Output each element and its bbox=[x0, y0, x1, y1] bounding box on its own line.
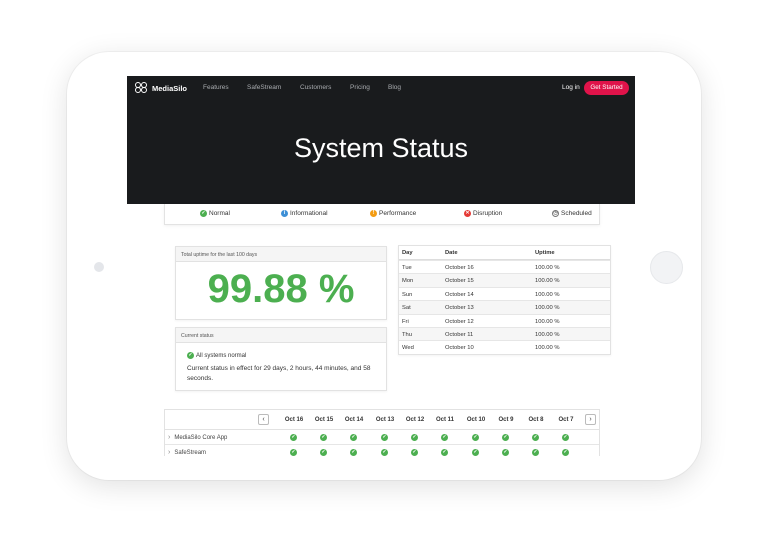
service-status-grid: ‹ Oct 16 Oct 15 Oct 14 Oct 13 Oct 12 Oct… bbox=[164, 409, 600, 456]
day-column-header: Oct 11 bbox=[435, 417, 454, 423]
brand-logo[interactable]: MediaSilo bbox=[135, 82, 187, 94]
table-row: Sat October 13 100.00 % bbox=[399, 300, 610, 314]
check-icon: ✓ bbox=[200, 210, 207, 217]
table-row: Wed October 10 100.00 % bbox=[399, 340, 610, 353]
status-detail: Current status in effect for 29 days, 2 … bbox=[187, 365, 371, 382]
legend-disruption: ✕ Disruption bbox=[464, 210, 503, 217]
day-column-header: Oct 15 bbox=[314, 417, 334, 423]
check-icon: ✓ bbox=[441, 448, 448, 456]
clock-icon: ◷ bbox=[552, 210, 559, 217]
check-icon: ✓ bbox=[532, 448, 539, 456]
day-column-header: Oct 13 bbox=[375, 417, 395, 423]
check-icon: ✓ bbox=[502, 448, 509, 456]
uptime-card-header: Total uptime for the last 100 days bbox=[176, 247, 386, 262]
nav-link-features[interactable]: Features bbox=[203, 84, 229, 91]
chevron-right-icon: › bbox=[168, 449, 171, 456]
uptime-history-table: Day Date Uptime Tue October 16 100.00 % Mo… bbox=[398, 245, 611, 355]
check-icon: ✓ bbox=[411, 448, 418, 456]
check-icon: ✓ bbox=[350, 448, 357, 456]
nav-link-safestream[interactable]: SafeStream bbox=[247, 84, 281, 91]
check-icon: ✓ bbox=[411, 433, 418, 441]
day-column-header: Oct 10 bbox=[466, 417, 486, 423]
status-legend: ✓ Normal i Informational ! Performance ✕… bbox=[164, 204, 600, 225]
check-icon: ✓ bbox=[290, 433, 297, 441]
legend-scheduled: ◷ Scheduled bbox=[552, 210, 592, 217]
table-row: Fri October 12 100.00 % bbox=[399, 313, 610, 327]
check-icon: ✓ bbox=[532, 433, 539, 441]
service-row-core-app[interactable]: › MediaSilo Core App ✓ ✓ ✓ ✓ ✓ ✓ ✓ ✓ ✓ ✓ bbox=[165, 430, 599, 445]
top-nav: MediaSilo Features SafeStream Customers … bbox=[127, 76, 635, 100]
check-icon: ✓ bbox=[441, 433, 448, 441]
uptime-value: 99.88 % bbox=[207, 267, 355, 311]
table-row: Mon October 15 100.00 % bbox=[399, 273, 610, 287]
info-icon: i bbox=[281, 210, 288, 217]
check-icon: ✓ bbox=[320, 433, 327, 441]
nav-link-customers[interactable]: Customers bbox=[300, 84, 331, 91]
page-title: System Status bbox=[293, 133, 469, 163]
grid-header: ‹ Oct 16 Oct 15 Oct 14 Oct 13 Oct 12 Oct… bbox=[165, 410, 599, 430]
login-link[interactable]: Log in bbox=[562, 84, 580, 91]
screen: MediaSilo Features SafeStream Customers … bbox=[127, 76, 635, 456]
check-icon: ✓ bbox=[381, 433, 388, 441]
legend-performance: ! Performance bbox=[370, 210, 416, 217]
table-row: Thu October 11 100.00 % bbox=[399, 326, 610, 341]
check-icon: ✓ bbox=[562, 433, 569, 441]
day-column-header: Oct 7 bbox=[558, 417, 574, 423]
check-icon: ✓ bbox=[381, 448, 388, 456]
next-days-button[interactable]: › bbox=[585, 414, 596, 425]
check-icon: ✓ bbox=[502, 433, 509, 441]
table-row: Tue October 16 100.00 % bbox=[399, 260, 610, 273]
check-icon: ✓ bbox=[187, 352, 194, 359]
legend-normal: ✓ Normal bbox=[200, 210, 230, 217]
check-icon: ✓ bbox=[350, 433, 357, 441]
day-column-header: Oct 8 bbox=[528, 417, 544, 423]
check-icon: ✓ bbox=[472, 433, 479, 441]
check-icon: ✓ bbox=[472, 448, 479, 456]
get-started-button[interactable]: Get Started bbox=[584, 81, 629, 95]
prev-days-button[interactable]: ‹ bbox=[258, 414, 269, 425]
check-icon: ✓ bbox=[290, 448, 297, 456]
nav-link-pricing[interactable]: Pricing bbox=[350, 84, 370, 91]
check-icon: ✓ bbox=[320, 448, 327, 456]
service-name: › SafeStream bbox=[168, 449, 207, 456]
x-icon: ✕ bbox=[464, 210, 471, 217]
day-column-header: Oct 12 bbox=[405, 417, 425, 423]
day-column-header: Oct 9 bbox=[498, 417, 514, 423]
table-row: Sun October 14 100.00 % bbox=[399, 286, 610, 300]
table-header: Day Date Uptime bbox=[399, 246, 610, 260]
check-icon: ✓ bbox=[562, 448, 569, 456]
uptime-card: Total uptime for the last 100 days 99.88… bbox=[175, 246, 387, 320]
status-summary: ✓ All systems normal bbox=[187, 352, 247, 359]
service-row-safestream[interactable]: › SafeStream ✓ ✓ ✓ ✓ ✓ ✓ ✓ ✓ ✓ ✓ bbox=[165, 445, 599, 456]
current-status-header: Current status bbox=[176, 328, 386, 343]
chevron-right-icon: › bbox=[168, 434, 171, 441]
day-column-header: Oct 16 bbox=[284, 417, 304, 423]
day-column-header: Oct 14 bbox=[344, 417, 364, 423]
hero-banner: MediaSilo Features SafeStream Customers … bbox=[127, 76, 635, 204]
camera-dot bbox=[94, 262, 104, 272]
warning-icon: ! bbox=[370, 210, 377, 217]
service-name: › MediaSilo Core App bbox=[168, 434, 228, 441]
current-status-card: Current status ✓ All systems normal Curr… bbox=[175, 327, 387, 391]
brand-name: MediaSilo bbox=[152, 83, 188, 93]
logo-icon bbox=[135, 82, 149, 94]
nav-link-blog[interactable]: Blog bbox=[388, 84, 401, 91]
home-button bbox=[650, 251, 683, 284]
legend-informational: i Informational bbox=[281, 210, 328, 217]
